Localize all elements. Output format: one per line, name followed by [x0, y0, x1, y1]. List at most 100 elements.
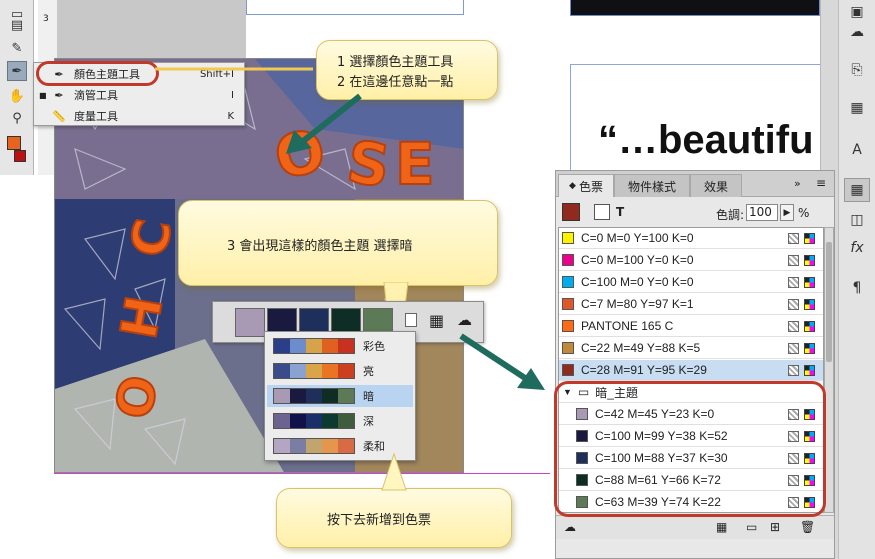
theme-option-dark[interactable]: 暗 — [267, 385, 413, 407]
color-mode-icon — [804, 342, 815, 354]
color-mode-icon — [804, 254, 815, 266]
add-to-swatches-icon[interactable]: ▦ — [429, 311, 444, 330]
tab-swatches[interactable]: ◆ 色票 — [558, 174, 614, 197]
theme-color-chip — [322, 414, 338, 428]
color-type-icon — [788, 254, 799, 266]
menu-item-shortcut: I — [231, 89, 234, 101]
theme-color-chip — [306, 414, 322, 428]
tint-label: 色調: — [716, 208, 745, 222]
theme-option-colorful[interactable]: 彩色 — [267, 335, 413, 357]
bleed-guide — [54, 473, 550, 474]
theme-option-label: 暗 — [363, 390, 374, 403]
tab-label: 色票 — [578, 179, 603, 194]
cc-library-icon[interactable]: ☁ — [457, 311, 472, 329]
swatch-color-icon — [562, 254, 574, 266]
theme-color-chip — [290, 364, 306, 378]
theme-color-chip — [338, 389, 354, 403]
menu-item-shortcut: K — [227, 110, 234, 122]
swatch-row[interactable]: C=7 M=80 Y=97 K=1 — [559, 294, 823, 315]
theme-color-chip — [274, 339, 290, 353]
stroke-color-icon[interactable] — [14, 150, 26, 162]
gradient-icon[interactable]: ▤ — [7, 15, 27, 35]
selected-bullet-icon: ■ — [39, 90, 47, 100]
theme-option-bright[interactable]: 亮 — [267, 360, 413, 382]
color-mode-icon — [804, 364, 815, 376]
fill-color-icon[interactable] — [7, 136, 21, 150]
theme-color-chip — [322, 364, 338, 378]
eyedropper-tool-icon[interactable]: ✒ — [7, 61, 27, 81]
new-group-icon[interactable]: ▭ — [746, 520, 757, 534]
theme-color-chip — [290, 439, 306, 453]
color-type-icon — [788, 320, 799, 332]
hand-tool-icon[interactable]: ✋ — [7, 86, 27, 106]
theme-color-chip — [274, 364, 290, 378]
swatch-row[interactable]: C=100 M=0 Y=0 K=0 — [559, 272, 823, 293]
new-swatch-icon[interactable]: ⊞ — [770, 520, 780, 534]
container-icon[interactable] — [594, 204, 610, 220]
zoom-tool-icon[interactable]: ⚲ — [7, 108, 27, 128]
note-icon[interactable]: ✎ — [7, 38, 27, 58]
scroll-thumb[interactable] — [826, 242, 832, 362]
swatch-color-icon — [562, 298, 574, 310]
highlight-ring — [554, 381, 826, 517]
theme-swatch[interactable] — [235, 308, 265, 337]
theme-color-chip — [290, 389, 306, 403]
arrow-icon — [459, 333, 545, 390]
swatch-row[interactable]: C=28 M=91 Y=95 K=29 — [559, 360, 823, 381]
swatch-label: C=7 M=80 Y=97 K=1 — [581, 297, 694, 311]
text-icon[interactable]: T — [616, 205, 624, 219]
theme-color-chip — [306, 389, 322, 403]
tab-label: 物件樣式 — [627, 179, 676, 194]
collapse-icon[interactable]: » — [794, 177, 801, 190]
object-styles-icon[interactable]: ◫ — [844, 208, 870, 232]
menu-item-eyedropper-tool[interactable]: ■ ✒ 滴管工具 I — [34, 85, 244, 105]
swatch-row[interactable]: PANTONE 165 C — [559, 316, 823, 337]
page-heading: “…beautifu — [598, 118, 814, 162]
tab-expand-icon: ◆ — [569, 181, 576, 191]
tab-label: 效果 — [703, 179, 728, 194]
effects-icon[interactable]: fx — [844, 236, 870, 260]
theme-color-chip — [290, 339, 306, 353]
tab-object-styles[interactable]: 物件樣式 — [614, 174, 690, 197]
swatch-row[interactable]: C=22 M=49 Y=88 K=5 — [559, 338, 823, 359]
theme-color-chip — [306, 339, 322, 353]
tools-panel: ▭ ▤ ✎ ✒ ✋ ⚲ — [0, 0, 34, 175]
color-type-icon — [788, 276, 799, 288]
swatch-color-icon — [562, 276, 574, 288]
theme-option-deep[interactable]: 深 — [267, 410, 413, 432]
theme-strip — [273, 438, 355, 454]
show-swatches-icon[interactable]: ▦ — [716, 520, 727, 534]
character-styles-icon[interactable]: A — [844, 138, 870, 162]
tint-arrow-icon[interactable]: ▶ — [780, 204, 794, 221]
measure-tool-icon: 📏 — [52, 109, 66, 123]
tint-input[interactable]: 100 — [746, 204, 778, 221]
theme-color-chip — [274, 389, 290, 403]
swatches-icon[interactable]: ▦ — [844, 178, 870, 202]
fill-swatch-icon[interactable] — [562, 203, 580, 221]
theme-color-chip — [306, 439, 322, 453]
swatch-label: C=0 M=100 Y=0 K=0 — [581, 253, 694, 267]
paragraph-icon[interactable]: ¶ — [844, 276, 870, 300]
color-mode-icon — [804, 232, 815, 244]
black-banner — [570, 0, 820, 16]
swatch-color-icon — [562, 364, 574, 376]
links-icon[interactable]: ⎘ — [844, 58, 870, 82]
svg-text:E: E — [395, 130, 435, 198]
swatch-row[interactable]: C=0 M=100 Y=0 K=0 — [559, 250, 823, 271]
callout-text: 2 在這邊任意點一點 — [337, 75, 454, 90]
cc-library-icon[interactable]: ☁ — [564, 520, 576, 534]
arrow-icon — [286, 93, 362, 154]
menu-item-measure-tool[interactable]: 📏 度量工具 K — [34, 106, 244, 126]
menu-item-label: 滴管工具 — [74, 89, 118, 102]
tab-effects[interactable]: 效果 — [690, 174, 742, 197]
theme-color-chip — [274, 414, 290, 428]
menu-item-label: 度量工具 — [74, 110, 118, 123]
swatch-row[interactable]: C=0 M=0 Y=100 K=0 — [559, 228, 823, 249]
delete-icon[interactable]: 🗑 — [800, 520, 815, 534]
swatch-color-icon — [562, 342, 574, 354]
cc-libraries-icon[interactable]: ☁ — [844, 20, 870, 44]
panel-menu-icon[interactable]: ≡ — [816, 176, 826, 190]
table-icon[interactable]: ▦ — [844, 96, 870, 120]
theme-dropdown-icon[interactable] — [405, 313, 417, 327]
panel-footer: ☁ ▦ ▭ ⊞ 🗑 — [556, 515, 834, 539]
